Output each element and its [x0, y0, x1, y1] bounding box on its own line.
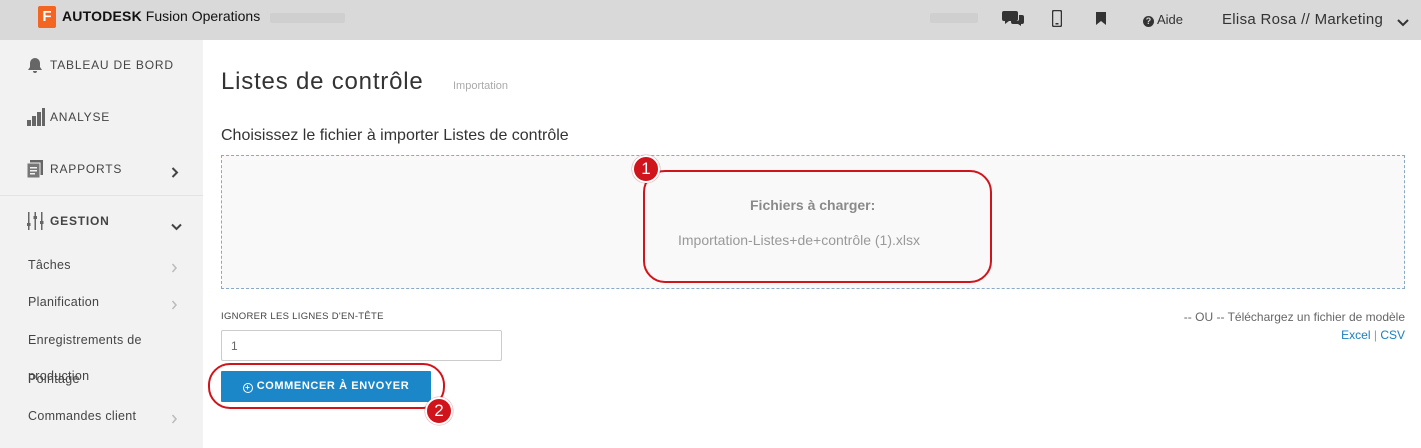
user-menu[interactable]: Elisa Rosa // Marketing [1222, 11, 1383, 28]
annotation-badge-1: 1 [632, 155, 660, 183]
top-bar: F AUTODESK Fusion Operations ? Aide Elisa… [0, 0, 1421, 40]
bar-chart-icon [27, 108, 45, 131]
sidebar-subitem-planning[interactable]: Planification [28, 295, 99, 309]
chevron-down-icon[interactable] [1397, 14, 1409, 32]
sidebar-item-label: ANALYSE [50, 110, 111, 124]
sidebar-item-label: TABLEAU DE BORD [50, 58, 174, 72]
annotation-ring-1 [643, 170, 992, 283]
brand-name[interactable]: AUTODESK Fusion Operations [62, 8, 260, 24]
sidebar-item-label: GESTION [50, 214, 110, 228]
help-label: Aide [1157, 12, 1184, 27]
excel-template-link[interactable]: Excel [1341, 328, 1370, 342]
sidebar-subitem-customer-orders[interactable]: Commandes client [28, 409, 136, 423]
sliders-icon [27, 212, 44, 235]
sidebar-subitem-timekeeping[interactable]: Pointage [28, 372, 80, 386]
bookmark-icon[interactable] [1096, 12, 1106, 30]
sidebar-item-label: RAPPORTS [50, 162, 123, 176]
blurred-text [270, 13, 345, 23]
sidebar-item-dashboard[interactable]: TABLEAU DE BORD [0, 40, 203, 92]
sidebar-item-management[interactable]: GESTION [0, 196, 203, 248]
chat-icon[interactable] [1002, 9, 1024, 32]
brand-autodesk: AUTODESK [62, 8, 142, 24]
blurred-text [930, 13, 978, 23]
sidebar-subitem-production-records[interactable]: Enregistrements de [28, 333, 142, 347]
help-link[interactable]: ? Aide [1143, 12, 1183, 27]
ignore-header-rows-label: IGNORER LES LIGNES D'EN-TÊTE [221, 311, 384, 322]
document-icon [26, 160, 43, 183]
annotation-ring-2 [208, 363, 445, 409]
page-title: Listes de contrôle [221, 68, 424, 95]
mobile-icon[interactable] [1051, 9, 1063, 32]
link-separator: | [1373, 328, 1377, 342]
bell-icon [27, 57, 43, 79]
sidebar-item-reports[interactable]: RAPPORTS [0, 144, 203, 196]
brand-product: Fusion Operations [141, 8, 261, 24]
csv-template-link[interactable]: CSV [1380, 328, 1405, 342]
template-download-text: -- OU -- Téléchargez un fichier de modèl… [1183, 310, 1405, 324]
chevron-right-icon [171, 165, 179, 183]
fusion-logo[interactable]: F [38, 6, 56, 28]
ignore-header-rows-input[interactable] [221, 330, 502, 361]
chevron-right-icon [171, 411, 178, 429]
import-section-title: Choisissez le fichier à importer Listes … [221, 127, 569, 144]
chevron-right-icon [171, 297, 178, 315]
chevron-down-icon [171, 218, 182, 236]
sidebar-item-analysis[interactable]: ANALYSE [0, 92, 203, 144]
sidebar-subitem-tasks[interactable]: Tâches [28, 258, 71, 272]
template-links: Excel | CSV [1341, 328, 1405, 342]
sidebar: TABLEAU DE BORD ANALYSE RAPPORTS GESTION… [0, 40, 203, 448]
chevron-right-icon [171, 260, 178, 278]
annotation-badge-2: 2 [425, 397, 453, 425]
question-icon: ? [1143, 16, 1154, 27]
page-subtitle: Importation [453, 80, 509, 92]
